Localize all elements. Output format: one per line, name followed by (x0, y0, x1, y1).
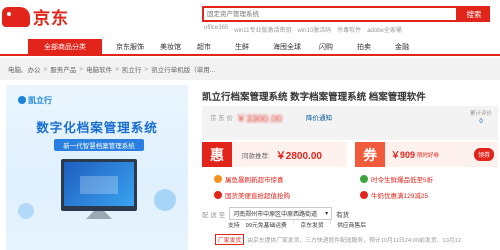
promo-link[interactable]: 牛奶优惠满129减25 (360, 190, 428, 200)
nav-item[interactable]: 闪购 (319, 42, 333, 52)
coupon-note: 限时好券 (417, 152, 440, 159)
similar-product-label: 同款推荐: (242, 152, 270, 160)
nav-item[interactable]: 美妆馆 (160, 42, 181, 52)
search-box (202, 6, 458, 22)
delivery-notice: 厂家发货 由京东提供厂家发货，三方快递揽件配送服务，预计10月11日24:00前… (215, 234, 461, 245)
price-value: ￥3300.00 (236, 114, 283, 125)
nav-item[interactable]: 京东服饰 (116, 42, 144, 52)
logo-text: 京东 (33, 9, 69, 28)
review-summary[interactable]: 累计评价 0 (470, 109, 492, 125)
price-label: 京 东 价 (210, 115, 234, 122)
breadcrumb-separator: > (115, 65, 119, 73)
decoration-bubble (18, 203, 34, 219)
monitor-stand (86, 211, 112, 219)
product-title: 凯立行档案管理系统 数字档案管理系统 档案管理软件 (202, 92, 426, 103)
promo-link[interactable]: 国货美便直抢超值抢购 (214, 190, 290, 200)
hot-word[interactable]: 杀毒软件 (337, 25, 361, 34)
service-item[interactable]: 供应商售后 (337, 220, 366, 229)
shipping-location-select[interactable]: 河南郑州市中原区中原西路街道 ▾ (229, 207, 333, 220)
similar-product-body: 同款推荐: ￥2800.00 (232, 142, 347, 167)
hot-word[interactable]: win10激活码 (297, 25, 331, 34)
promo-text: 屠鱼暴刷新超市惊喜 (225, 177, 284, 184)
promo-text: 牛奶优惠满129减25 (371, 193, 429, 200)
hot-words: office365 win11专业版激活密钥 win10激活码 杀毒软件 ado… (204, 25, 402, 34)
header: 京东 搜索 office365 win11专业版激活密钥 win10激活码 杀毒… (0, 0, 500, 38)
review-count: 0 (479, 119, 483, 125)
jd-dog-icon (2, 6, 30, 27)
breadcrumb-separator: > (43, 65, 48, 73)
promo-text: 时令生鲜爆品低至5折 (371, 177, 434, 184)
promo-link[interactable]: 时令生鲜爆品低至5折 (360, 174, 433, 184)
promo-link[interactable]: 屠鱼暴刷新超市惊喜 (214, 174, 284, 184)
coupon-amount: ￥909 (391, 150, 416, 160)
decoration-bubble (154, 189, 176, 211)
search-input[interactable] (204, 8, 456, 20)
image-subtitle: 新一代智慧档案管理系统 (54, 139, 144, 151)
main-nav: 全部商品分类 京东服饰 美妆馆 超市 生鲜 海囤全球 闪购 拍卖 金融 (0, 39, 500, 56)
discount-tag: 惠 (202, 142, 232, 167)
review-label: 累计评价 (470, 111, 493, 117)
product-image[interactable]: 凯立行 数字化档案管理系统 新一代智慧档案管理系统 (6, 85, 188, 250)
vendor-shipping-tag: 厂家发货 (215, 234, 245, 245)
monitor-illustration (61, 159, 137, 211)
divider: | (329, 220, 332, 226)
service-item[interactable]: 99元免基础运费 (246, 220, 287, 229)
coupon-body: ￥909 限时好券 领券 (385, 142, 498, 167)
breadcrumb-item[interactable]: 电脑软件 (86, 64, 112, 74)
hot-word[interactable]: office365 (204, 25, 228, 34)
breadcrumb-item[interactable]: 凯立行 (122, 64, 142, 74)
breadcrumb-item[interactable]: 服务产品 (50, 64, 76, 74)
hot-word[interactable]: win11专业版激活密钥 (234, 25, 291, 34)
similar-product-price: ￥2800.00 (275, 151, 322, 162)
promo-icon (214, 175, 222, 183)
divider: | (292, 220, 295, 226)
search-button[interactable]: 搜索 (458, 6, 490, 22)
nav-item[interactable]: 生鲜 (235, 42, 249, 52)
delivery-notice-text: 由京东提供厂家发货，三方快递揽件配送服务，预计10月11日24:00前发货，10… (247, 238, 461, 244)
service-item: 支持 (228, 223, 240, 229)
nav-item[interactable]: 超市 (197, 42, 211, 52)
similar-product-promo[interactable]: 惠 同款推荐: ￥2800.00 (202, 142, 347, 167)
promo-icon (360, 191, 368, 199)
image-title: 数字化档案管理系统 (36, 121, 158, 135)
shipping-row: 配 送 至 河南郑州市中原区中原西路街道 ▾ 有货 (202, 207, 349, 220)
service-row: 支持 99元免基础运费 | 京东发货 | 供应商售后 (228, 220, 366, 229)
breadcrumb: 电脑、办公 > 服务产品 > 电脑软件 > 凯立行 > 凯立行单机版（单用... (0, 58, 500, 80)
chevron-down-icon: ▾ (325, 211, 329, 217)
claim-coupon-button[interactable]: 领券 (473, 148, 494, 161)
nav-item[interactable]: 金融 (395, 42, 409, 52)
monitor-screen (64, 162, 134, 206)
hot-word[interactable]: adobe全家桶 (367, 25, 402, 34)
breadcrumb-separator: > (79, 65, 84, 73)
all-categories-button[interactable]: 全部商品分类 (28, 39, 102, 54)
promo-icon (360, 175, 368, 183)
promo-text: 国货美便直抢超值抢购 (225, 193, 290, 200)
jd-logo[interactable]: 京东 (2, 4, 69, 29)
breadcrumb-item[interactable]: 凯立行单机版（单用... (151, 64, 215, 74)
coupon-promo: 券 ￥909 限时好券 领券 (355, 142, 498, 167)
service-item[interactable]: 京东发货 (300, 220, 323, 229)
shipping-location: 河南郑州市中原区中原西路街道 (233, 212, 318, 218)
coupon-tag: 券 (355, 142, 385, 167)
breadcrumb-separator: > (144, 65, 149, 73)
breadcrumb-item[interactable]: 电脑、办公 (8, 64, 41, 74)
stock-status: 有货 (336, 211, 350, 219)
image-brand-logo: 凯立行 (18, 95, 52, 106)
nav-item[interactable]: 海囤全球 (273, 42, 301, 52)
price-drop-notify-link[interactable]: 降价通知 (306, 112, 332, 122)
shipping-label: 配 送 至 (202, 211, 226, 219)
nav-items: 京东服饰 美妆馆 超市 生鲜 海囤全球 闪购 拍卖 金融 (116, 39, 409, 54)
promo-icon (214, 191, 222, 199)
nav-item[interactable]: 拍卖 (357, 42, 371, 52)
price-area: 京 东 价 ￥3300.00 降价通知 累计评价 0 (202, 106, 498, 140)
